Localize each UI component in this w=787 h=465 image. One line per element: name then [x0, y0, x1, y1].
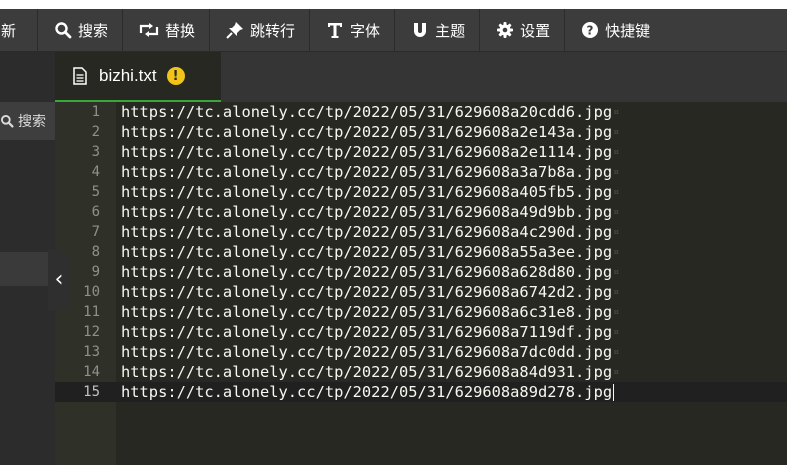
- shortcuts-label: 快捷键: [605, 22, 651, 40]
- chevron-left-icon: ‹: [54, 267, 64, 292]
- eol-marker: ¤: [613, 106, 620, 118]
- editor-line[interactable]: 6 https://tc.alonely.cc/tp/2022/05/31/629…: [55, 202, 787, 222]
- font-label: 字体: [350, 22, 381, 40]
- line-number: 4: [91, 164, 100, 180]
- editor-line-active[interactable]: 15 https://tc.alonely.cc/tp/2022/05/31/62…: [55, 382, 787, 402]
- editor-line[interactable]: 3 https://tc.alonely.cc/tp/2022/05/31/629…: [55, 142, 787, 162]
- font-icon: [326, 21, 344, 39]
- eol-marker: ¤: [613, 266, 620, 278]
- eol-marker: ¤: [613, 166, 620, 178]
- editor-line[interactable]: 1 https://tc.alonely.cc/tp/2022/05/31/629…: [55, 102, 787, 122]
- replace-icon: [139, 21, 159, 39]
- pin-icon: [226, 21, 244, 39]
- eol-marker: ¤: [613, 286, 620, 298]
- eol-marker: ¤: [613, 206, 620, 218]
- search-button[interactable]: 搜索: [38, 9, 124, 51]
- text-cursor: [613, 384, 615, 401]
- editor-line[interactable]: 12 https://tc.alonely.cc/tp/2022/05/31/62…: [55, 322, 787, 342]
- editor-line[interactable]: 2 https://tc.alonely.cc/tp/2022/05/31/629…: [55, 122, 787, 142]
- refresh-label: 刷新: [0, 22, 17, 40]
- tab-file[interactable]: bizhi.txt !: [55, 52, 221, 102]
- warning-icon: !: [166, 67, 185, 85]
- theme-button[interactable]: 主题: [395, 9, 481, 51]
- line-number: 7: [91, 224, 100, 240]
- eol-marker: ¤: [613, 126, 620, 138]
- line-text: https://tc.alonely.cc/tp/2022/05/31/6296…: [121, 343, 620, 361]
- line-text: https://tc.alonely.cc/tp/2022/05/31/6296…: [121, 163, 620, 181]
- editor-line[interactable]: 13 https://tc.alonely.cc/tp/2022/05/31/62…: [55, 342, 787, 362]
- sidebar-selected-item[interactable]: [0, 252, 48, 286]
- line-number: 15: [83, 384, 100, 400]
- line-number: 12: [83, 324, 100, 340]
- sidebar-search-button[interactable]: 搜索: [0, 102, 55, 140]
- sidebar-search-label: 搜索: [18, 113, 46, 129]
- gear-icon: [496, 21, 514, 39]
- settings-label: 设置: [520, 22, 551, 40]
- line-number: 14: [83, 364, 100, 380]
- line-text: https://tc.alonely.cc/tp/2022/05/31/6296…: [121, 363, 620, 381]
- line-text: https://tc.alonely.cc/tp/2022/05/31/6296…: [121, 203, 620, 221]
- editor-line[interactable]: 7 https://tc.alonely.cc/tp/2022/05/31/629…: [55, 222, 787, 242]
- line-text: https://tc.alonely.cc/tp/2022/05/31/6296…: [121, 103, 620, 121]
- line-text: https://tc.alonely.cc/tp/2022/05/31/6296…: [121, 143, 620, 161]
- goto-line-label: 跳转行: [250, 22, 296, 40]
- replace-label: 替换: [165, 22, 196, 40]
- line-number: 2: [91, 124, 100, 140]
- theme-icon: [411, 21, 429, 39]
- editor-line[interactable]: 5 https://tc.alonely.cc/tp/2022/05/31/629…: [55, 182, 787, 202]
- editor-line[interactable]: 14 https://tc.alonely.cc/tp/2022/05/31/62…: [55, 362, 787, 382]
- search-icon: [0, 114, 14, 128]
- search-label: 搜索: [78, 22, 109, 40]
- goto-line-button[interactable]: 跳转行: [210, 9, 311, 51]
- settings-button[interactable]: 设置: [480, 9, 566, 51]
- editor-line[interactable]: 8 https://tc.alonely.cc/tp/2022/05/31/629…: [55, 242, 787, 262]
- line-text: https://tc.alonely.cc/tp/2022/05/31/6296…: [121, 223, 620, 241]
- line-text: https://tc.alonely.cc/tp/2022/05/31/6296…: [121, 383, 615, 401]
- line-text: https://tc.alonely.cc/tp/2022/05/31/6296…: [121, 303, 620, 321]
- editor-lines: 1 https://tc.alonely.cc/tp/2022/05/31/629…: [55, 102, 787, 402]
- eol-marker: ¤: [613, 246, 620, 258]
- tab-filename: bizhi.txt: [99, 66, 157, 85]
- line-text: https://tc.alonely.cc/tp/2022/05/31/6296…: [121, 263, 620, 281]
- editor-line[interactable]: 9 https://tc.alonely.cc/tp/2022/05/31/629…: [55, 262, 787, 282]
- sidebar-collapse-button[interactable]: ‹: [48, 250, 70, 310]
- line-number: 13: [83, 344, 100, 360]
- shortcuts-button[interactable]: ? 快捷键: [565, 9, 664, 51]
- sidebar: 搜索: [0, 52, 55, 465]
- line-number: 6: [91, 204, 100, 220]
- eol-marker: ¤: [613, 226, 620, 238]
- toolbar: 刷新 搜索 替换 跳转行 字体 主题 设置: [0, 9, 787, 52]
- line-text: https://tc.alonely.cc/tp/2022/05/31/6296…: [121, 283, 620, 301]
- eol-marker: ¤: [613, 146, 620, 158]
- help-icon: ?: [581, 21, 599, 39]
- line-number: 3: [91, 144, 100, 160]
- eol-marker: ¤: [613, 366, 620, 378]
- line-text: https://tc.alonely.cc/tp/2022/05/31/6296…: [121, 243, 620, 261]
- line-text: https://tc.alonely.cc/tp/2022/05/31/6296…: [121, 123, 620, 141]
- font-button[interactable]: 字体: [310, 9, 396, 51]
- line-text: https://tc.alonely.cc/tp/2022/05/31/6296…: [121, 323, 620, 341]
- tab-bar: bizhi.txt !: [55, 52, 787, 102]
- svg-text:?: ?: [587, 24, 594, 38]
- line-number: 5: [91, 184, 100, 200]
- code-editor[interactable]: 1 https://tc.alonely.cc/tp/2022/05/31/629…: [55, 102, 787, 465]
- theme-label: 主题: [435, 22, 466, 40]
- editor-line[interactable]: 4 https://tc.alonely.cc/tp/2022/05/31/629…: [55, 162, 787, 182]
- eol-marker: ¤: [613, 326, 620, 338]
- line-text: https://tc.alonely.cc/tp/2022/05/31/6296…: [121, 183, 620, 201]
- editor-line[interactable]: 10 https://tc.alonely.cc/tp/2022/05/31/62…: [55, 282, 787, 302]
- eol-marker: ¤: [613, 306, 620, 318]
- line-number: 1: [91, 104, 100, 120]
- eol-marker: ¤: [613, 346, 620, 358]
- eol-marker: ¤: [613, 186, 620, 198]
- editor-line[interactable]: 11 https://tc.alonely.cc/tp/2022/05/31/62…: [55, 302, 787, 322]
- replace-button[interactable]: 替换: [123, 9, 211, 51]
- file-icon: [73, 67, 87, 85]
- window-top-strip: [0, 0, 787, 9]
- search-icon: [54, 21, 72, 39]
- refresh-button[interactable]: 刷新: [0, 9, 38, 51]
